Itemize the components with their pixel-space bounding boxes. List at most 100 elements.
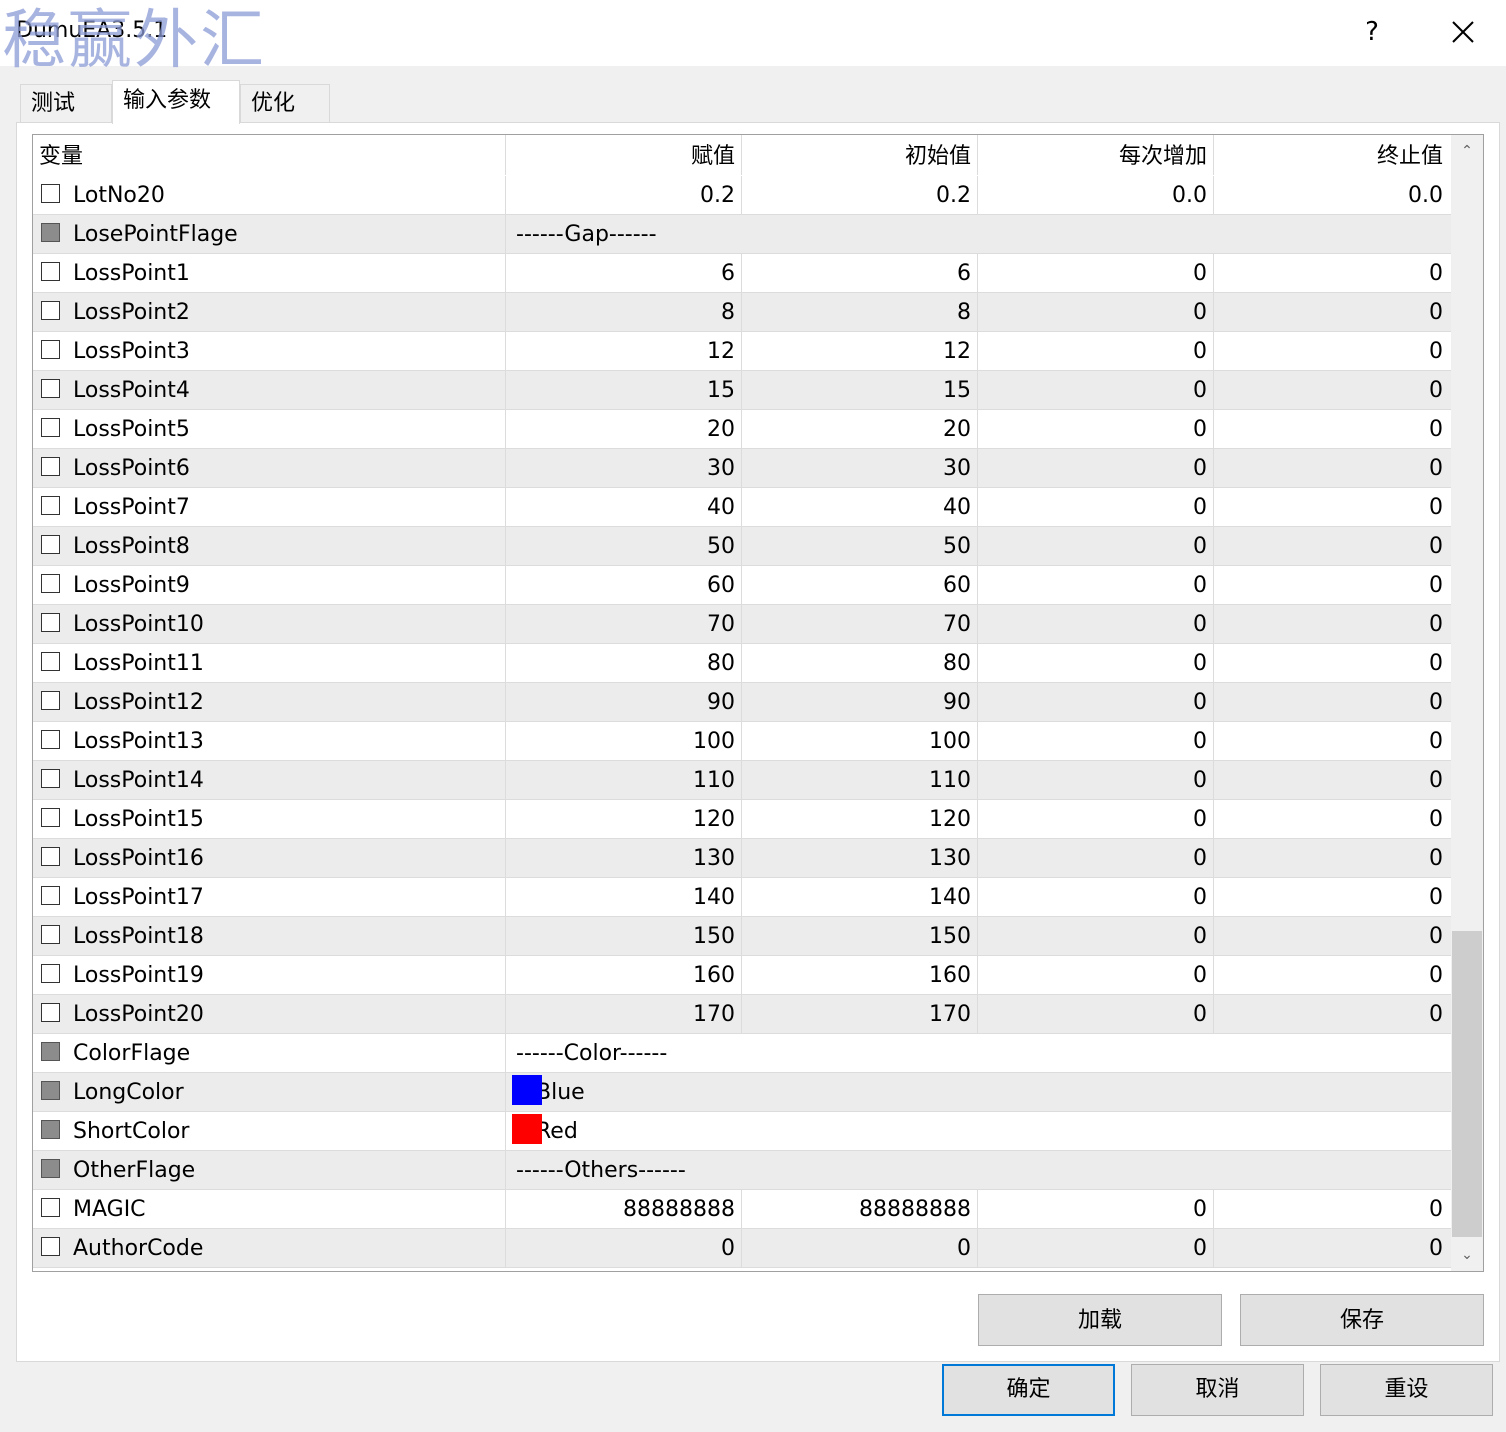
- stop-cell[interactable]: 0: [1213, 605, 1449, 643]
- table-row[interactable]: LossPoint3 12 12 0 0: [33, 332, 1451, 371]
- stop-cell[interactable]: 0: [1213, 254, 1449, 292]
- step-cell[interactable]: 0: [977, 371, 1213, 409]
- vertical-scrollbar[interactable]: ⌃ ⌄: [1451, 135, 1483, 1271]
- start-cell[interactable]: 80: [741, 644, 977, 682]
- step-cell[interactable]: 0: [977, 449, 1213, 487]
- start-cell[interactable]: 0.2: [741, 176, 977, 214]
- optimize-checkbox[interactable]: [41, 808, 60, 827]
- start-cell[interactable]: 8: [741, 293, 977, 331]
- help-button[interactable]: ?: [1350, 10, 1394, 54]
- value-cell[interactable]: 80: [505, 644, 741, 682]
- step-cell[interactable]: 0: [977, 722, 1213, 760]
- table-row[interactable]: AuthorCode 0 0 0 0: [33, 1229, 1451, 1268]
- step-cell[interactable]: 0: [977, 410, 1213, 448]
- start-cell[interactable]: 30: [741, 449, 977, 487]
- start-cell[interactable]: 170: [741, 995, 977, 1033]
- step-cell[interactable]: 0: [977, 1190, 1213, 1228]
- step-cell[interactable]: 0: [977, 1229, 1213, 1267]
- value-cell[interactable]: 70: [505, 605, 741, 643]
- table-row[interactable]: LossPoint12 90 90 0 0: [33, 683, 1451, 722]
- cancel-button[interactable]: 取消: [1131, 1364, 1304, 1416]
- chevron-down-icon[interactable]: ⌄: [1451, 1239, 1483, 1271]
- table-row[interactable]: ShortColor Red: [33, 1112, 1451, 1151]
- step-cell[interactable]: 0: [977, 488, 1213, 526]
- start-cell[interactable]: 6: [741, 254, 977, 292]
- stop-cell[interactable]: 0: [1213, 293, 1449, 331]
- optimize-checkbox[interactable]: [41, 496, 60, 515]
- step-cell[interactable]: 0: [977, 566, 1213, 604]
- optimize-checkbox[interactable]: [41, 184, 60, 203]
- step-cell[interactable]: 0: [977, 293, 1213, 331]
- stop-cell[interactable]: 0: [1213, 1229, 1449, 1267]
- optimize-checkbox[interactable]: [41, 691, 60, 710]
- table-row[interactable]: LossPoint17 140 140 0 0: [33, 878, 1451, 917]
- start-cell[interactable]: 20: [741, 410, 977, 448]
- value-cell[interactable]: 100: [505, 722, 741, 760]
- step-cell[interactable]: 0.0: [977, 176, 1213, 214]
- header-step[interactable]: 每次增加: [977, 135, 1213, 175]
- section-separator[interactable]: ------Gap------: [505, 215, 1449, 253]
- stop-cell[interactable]: 0: [1213, 800, 1449, 838]
- start-cell[interactable]: 90: [741, 683, 977, 721]
- table-row[interactable]: LossPoint8 50 50 0 0: [33, 527, 1451, 566]
- step-cell[interactable]: 0: [977, 527, 1213, 565]
- optimize-checkbox[interactable]: [41, 223, 60, 242]
- start-cell[interactable]: 12: [741, 332, 977, 370]
- stop-cell[interactable]: 0: [1213, 371, 1449, 409]
- table-row[interactable]: LossPoint14 110 110 0 0: [33, 761, 1451, 800]
- stop-cell[interactable]: 0: [1213, 449, 1449, 487]
- value-cell[interactable]: 6: [505, 254, 741, 292]
- color-value-cell[interactable]: Red: [505, 1112, 1449, 1150]
- table-row[interactable]: LossPoint2 8 8 0 0: [33, 293, 1451, 332]
- value-cell[interactable]: 110: [505, 761, 741, 799]
- table-row[interactable]: LossPoint6 30 30 0 0: [33, 449, 1451, 488]
- stop-cell[interactable]: 0: [1213, 956, 1449, 994]
- start-cell[interactable]: 130: [741, 839, 977, 877]
- step-cell[interactable]: 0: [977, 332, 1213, 370]
- table-row[interactable]: LossPoint11 80 80 0 0: [33, 644, 1451, 683]
- step-cell[interactable]: 0: [977, 644, 1213, 682]
- table-row[interactable]: LossPoint10 70 70 0 0: [33, 605, 1451, 644]
- optimize-checkbox[interactable]: [41, 847, 60, 866]
- optimize-checkbox[interactable]: [41, 1042, 60, 1061]
- table-row[interactable]: LossPoint1 6 6 0 0: [33, 254, 1451, 293]
- optimize-checkbox[interactable]: [41, 1120, 60, 1139]
- optimize-checkbox[interactable]: [41, 457, 60, 476]
- stop-cell[interactable]: 0: [1213, 1190, 1449, 1228]
- table-row[interactable]: LossPoint20 170 170 0 0: [33, 995, 1451, 1034]
- value-cell[interactable]: 0.2: [505, 176, 741, 214]
- step-cell[interactable]: 0: [977, 995, 1213, 1033]
- optimize-checkbox[interactable]: [41, 1003, 60, 1022]
- stop-cell[interactable]: 0: [1213, 839, 1449, 877]
- stop-cell[interactable]: 0: [1213, 332, 1449, 370]
- close-button[interactable]: [1440, 10, 1486, 54]
- start-cell[interactable]: 40: [741, 488, 977, 526]
- tab-test[interactable]: 测试: [20, 84, 112, 122]
- value-cell[interactable]: 120: [505, 800, 741, 838]
- start-cell[interactable]: 0: [741, 1229, 977, 1267]
- stop-cell[interactable]: 0: [1213, 878, 1449, 916]
- start-cell[interactable]: 120: [741, 800, 977, 838]
- header-variable[interactable]: 变量: [33, 135, 505, 175]
- start-cell[interactable]: 88888888: [741, 1190, 977, 1228]
- optimize-checkbox[interactable]: [41, 574, 60, 593]
- table-row[interactable]: OtherFlage ------Others------: [33, 1151, 1451, 1190]
- table-row[interactable]: LotNo20 0.2 0.2 0.0 0.0: [33, 176, 1451, 215]
- table-row[interactable]: LossPoint9 60 60 0 0: [33, 566, 1451, 605]
- table-row[interactable]: LossPoint13 100 100 0 0: [33, 722, 1451, 761]
- tab-inputs[interactable]: 输入参数: [112, 80, 240, 124]
- optimize-checkbox[interactable]: [41, 886, 60, 905]
- start-cell[interactable]: 110: [741, 761, 977, 799]
- optimize-checkbox[interactable]: [41, 613, 60, 632]
- table-row[interactable]: LossPoint7 40 40 0 0: [33, 488, 1451, 527]
- value-cell[interactable]: 150: [505, 917, 741, 955]
- chevron-up-icon[interactable]: ⌃: [1451, 135, 1483, 167]
- table-row[interactable]: LossPoint18 150 150 0 0: [33, 917, 1451, 956]
- stop-cell[interactable]: 0: [1213, 644, 1449, 682]
- value-cell[interactable]: 50: [505, 527, 741, 565]
- value-cell[interactable]: 0: [505, 1229, 741, 1267]
- table-row[interactable]: LongColor Blue: [33, 1073, 1451, 1112]
- stop-cell[interactable]: 0: [1213, 683, 1449, 721]
- stop-cell[interactable]: 0: [1213, 488, 1449, 526]
- value-cell[interactable]: 15: [505, 371, 741, 409]
